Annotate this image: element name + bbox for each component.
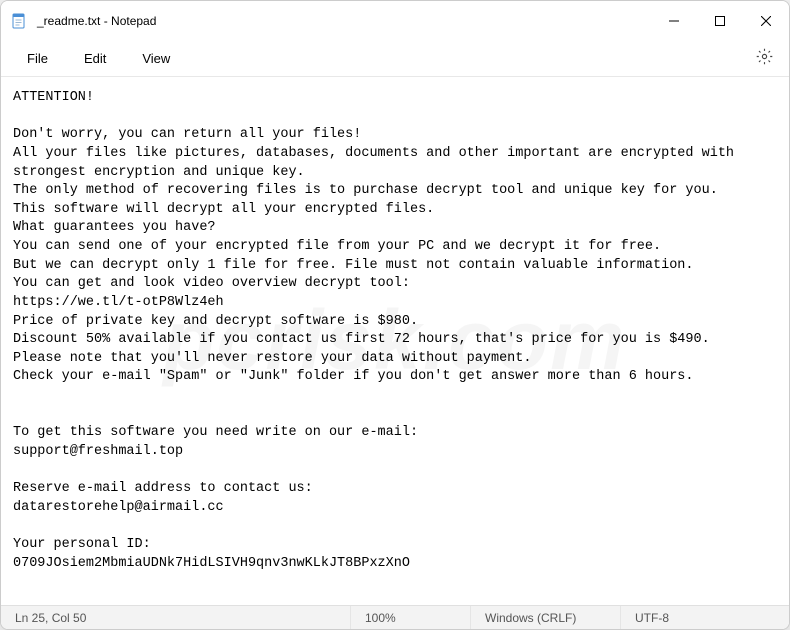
minimize-button[interactable] xyxy=(651,1,697,41)
notepad-icon xyxy=(11,13,27,29)
gear-icon xyxy=(756,48,773,70)
window-controls xyxy=(651,1,789,41)
status-zoom[interactable]: 100% xyxy=(351,606,471,629)
menu-view[interactable]: View xyxy=(124,45,188,72)
notepad-window: _readme.txt - Notepad File Edit View xyxy=(0,0,790,630)
status-encoding: UTF-8 xyxy=(621,606,789,629)
titlebar: _readme.txt - Notepad xyxy=(1,1,789,41)
menu-edit[interactable]: Edit xyxy=(66,45,124,72)
statusbar: Ln 25, Col 50 100% Windows (CRLF) UTF-8 xyxy=(1,605,789,629)
maximize-button[interactable] xyxy=(697,1,743,41)
close-button[interactable] xyxy=(743,1,789,41)
window-title: _readme.txt - Notepad xyxy=(37,14,156,28)
status-position: Ln 25, Col 50 xyxy=(1,606,351,629)
settings-button[interactable] xyxy=(747,44,781,74)
menu-file[interactable]: File xyxy=(9,45,66,72)
menubar: File Edit View xyxy=(1,41,789,77)
document-text: ATTENTION! Don't worry, you can return a… xyxy=(13,90,742,571)
text-area[interactable]: pcrisk.comATTENTION! Don't worry, you ca… xyxy=(1,77,789,605)
status-eol: Windows (CRLF) xyxy=(471,606,621,629)
